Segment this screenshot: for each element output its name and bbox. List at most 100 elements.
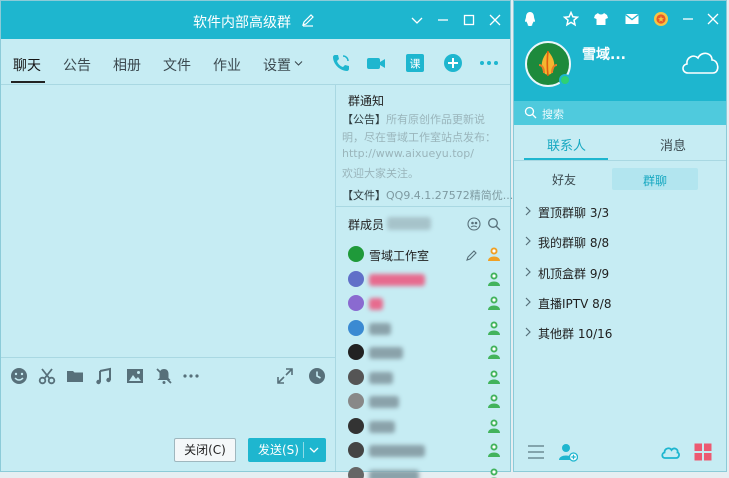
more-icon[interactable] — [478, 52, 500, 74]
member-avatar[interactable] — [348, 319, 364, 336]
history-icon[interactable] — [308, 367, 326, 385]
notice-line[interactable]: http://www.aixueyu.top/ — [342, 147, 474, 160]
members-count-redacted — [387, 217, 431, 230]
chevron-down-icon[interactable] — [309, 446, 319, 454]
main-panel: 雪域... 搜索 联系人 消息 好友 群聊 置顶群聊 3/3 我的群聊 8/8 机顶… — [513, 0, 727, 472]
member-avatar[interactable] — [348, 466, 364, 478]
group-category[interactable]: 其他群 10/16 — [514, 318, 726, 348]
tab-messages[interactable]: 消息 — [660, 135, 686, 154]
member-row[interactable] — [336, 268, 510, 292]
member-badge-icon — [488, 443, 500, 457]
more-dots-icon[interactable] — [182, 367, 200, 385]
group-category-name: 我的群聊 — [538, 236, 587, 251]
member-row[interactable] — [336, 439, 510, 463]
subtab-friends[interactable]: 好友 — [552, 171, 576, 188]
member-avatar[interactable] — [348, 442, 364, 458]
member-badge-icon — [488, 419, 500, 433]
chat-tab-bar: 聊天 公告 相册 文件 作业 设置 课 — [1, 39, 510, 85]
star-icon[interactable] — [563, 11, 579, 27]
tab-settings[interactable]: 设置 — [263, 55, 291, 75]
member-row[interactable] — [336, 390, 510, 414]
emoji-icon[interactable] — [10, 367, 28, 385]
expand-icon[interactable] — [276, 367, 294, 385]
member-avatar[interactable] — [348, 246, 364, 262]
member-avatar[interactable] — [348, 393, 364, 409]
mail-icon[interactable] — [624, 11, 640, 27]
group-category[interactable]: 置顶群聊 3/3 — [514, 197, 726, 227]
tab-homework[interactable]: 作业 — [213, 55, 241, 75]
image-icon[interactable] — [126, 367, 144, 385]
member-avatar[interactable] — [348, 417, 364, 434]
chevron-down-icon[interactable] — [409, 12, 425, 28]
edit-icon[interactable] — [465, 248, 479, 262]
add-icon[interactable] — [442, 52, 464, 74]
search-icon — [524, 106, 537, 119]
tab-chat[interactable]: 聊天 — [13, 55, 41, 75]
member-badge-icon — [488, 370, 500, 384]
notice-file[interactable]: 【文件】QQ9.4.1.27572精简优... — [342, 187, 513, 203]
member-row[interactable] — [336, 415, 510, 439]
member-avatar[interactable] — [348, 344, 364, 360]
group-category[interactable]: 机顶盒群 9/9 — [514, 258, 726, 288]
music-icon[interactable] — [95, 367, 113, 385]
main-tab-bar: 联系人 消息 — [514, 125, 726, 161]
member-row[interactable]: 雪域工作室 — [336, 243, 510, 267]
apps-icon[interactable] — [693, 442, 713, 462]
close-icon[interactable] — [705, 11, 721, 27]
video-icon[interactable] — [365, 52, 387, 74]
class-icon[interactable]: 课 — [404, 52, 426, 74]
message-area[interactable] — [1, 85, 335, 357]
group-category-label: 直播IPTV 8/8 — [538, 295, 611, 312]
add-contact-icon[interactable] — [558, 442, 578, 462]
message-input[interactable] — [1, 393, 335, 433]
send-button[interactable]: 发送(S) — [248, 438, 326, 462]
member-name-redacted — [369, 347, 403, 359]
tab-contacts[interactable]: 联系人 — [547, 135, 586, 154]
weather-cloud-icon[interactable] — [678, 47, 722, 77]
member-row[interactable] — [336, 341, 510, 365]
member-avatar[interactable] — [348, 295, 364, 311]
menu-icon[interactable] — [526, 442, 546, 462]
shirt-icon[interactable] — [593, 11, 609, 27]
member-badge-icon — [490, 468, 498, 478]
mute-icon[interactable] — [155, 367, 173, 385]
cloud-icon[interactable] — [660, 442, 680, 462]
tab-announcement[interactable]: 公告 — [63, 55, 91, 75]
notice-title: 群通知 — [348, 94, 385, 108]
minimize-icon[interactable] — [680, 11, 696, 27]
subtab-groups[interactable]: 群聊 — [643, 172, 667, 189]
search-input[interactable]: 搜索 — [514, 101, 726, 125]
member-row[interactable] — [336, 464, 510, 478]
chevron-right-icon — [525, 206, 531, 216]
close-icon[interactable] — [487, 12, 503, 28]
group-category-name: 机顶盒群 — [538, 266, 587, 281]
edit-icon[interactable] — [300, 12, 316, 28]
member-badge-icon — [488, 296, 500, 310]
member-avatar[interactable] — [348, 368, 364, 385]
notice-line: 【公告】所有原创作品更新说 — [342, 113, 485, 126]
minimize-icon[interactable] — [435, 12, 451, 28]
online-status-icon — [559, 74, 571, 86]
tab-files[interactable]: 文件 — [163, 55, 191, 75]
scissors-icon[interactable] — [38, 367, 56, 385]
close-button[interactable]: 关闭(C) — [174, 438, 236, 462]
group-category[interactable]: 我的群聊 8/8 — [514, 227, 726, 257]
member-avatar[interactable] — [348, 270, 364, 287]
member-name-redacted — [369, 322, 391, 335]
member-name-redacted — [369, 469, 419, 478]
send-button-label: 发送(S) — [258, 443, 299, 457]
member-row[interactable] — [336, 317, 510, 341]
phone-icon[interactable] — [330, 52, 352, 74]
profile-name[interactable]: 雪域... — [582, 44, 626, 64]
group-category[interactable]: 直播IPTV 8/8 — [514, 288, 726, 318]
group-category-name: 置顶群聊 — [538, 206, 587, 220]
member-row[interactable] — [336, 366, 510, 390]
tab-album[interactable]: 相册 — [113, 55, 141, 75]
maximize-icon[interactable] — [461, 12, 477, 28]
member-search-icon[interactable] — [487, 217, 501, 231]
member-add-icon[interactable] — [467, 217, 481, 231]
member-row[interactable] — [336, 292, 510, 316]
coin-icon[interactable] — [653, 11, 669, 27]
folder-icon[interactable] — [66, 367, 84, 385]
qq-icon[interactable] — [522, 11, 538, 27]
